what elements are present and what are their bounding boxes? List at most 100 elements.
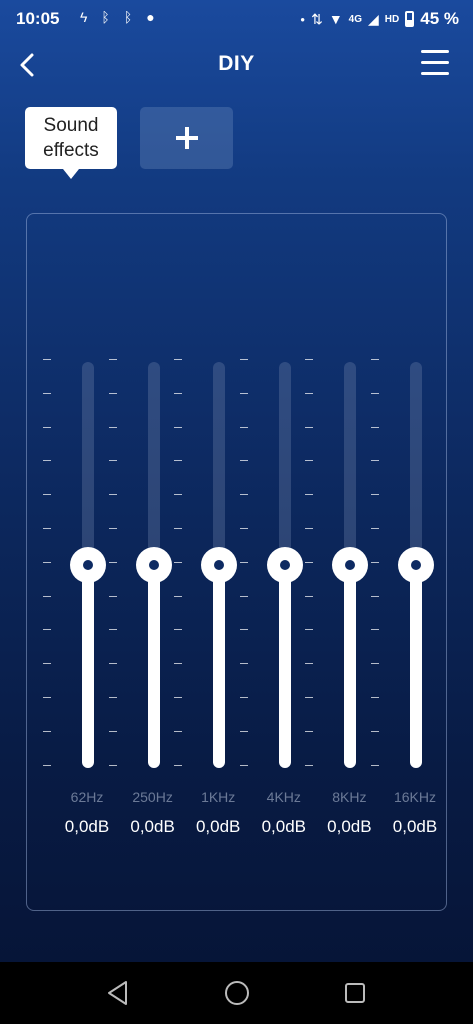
eq-tick <box>108 595 117 597</box>
add-preset-button[interactable] <box>140 107 233 169</box>
nav-back-button[interactable] <box>106 980 130 1006</box>
eq-tick <box>305 528 314 529</box>
eq-tick <box>371 528 379 529</box>
eq-tick <box>43 730 51 732</box>
eq-tick <box>108 494 117 496</box>
eq-band: 62Hz 0,0dB <box>27 214 109 912</box>
hamburger-menu-icon <box>421 50 449 53</box>
eq-slider-knob[interactable] <box>398 547 434 583</box>
eq-tick <box>371 629 379 631</box>
eq-band-gain: 0,0dB <box>392 817 438 836</box>
eq-tick <box>43 697 51 698</box>
eq-tick <box>305 764 314 766</box>
nav-recent-button[interactable] <box>345 983 365 1003</box>
notification-dot-icon: ● <box>146 9 155 25</box>
eq-tick <box>108 359 117 360</box>
eq-tick <box>371 426 379 428</box>
eq-tick <box>239 629 248 631</box>
app-header: DIY <box>0 40 473 90</box>
eq-tick <box>371 392 379 394</box>
eq-tick <box>239 528 248 529</box>
page-title: DIY <box>218 52 255 75</box>
eq-tick <box>43 561 51 563</box>
eq-tick <box>108 663 117 665</box>
eq-tick <box>108 528 117 529</box>
eq-tick <box>305 697 314 698</box>
eq-tick <box>43 359 51 360</box>
notification-icons: ϟ ᛒ ᛒ ● <box>80 9 155 25</box>
system-nav-bar <box>0 962 473 1024</box>
status-indicators: ● ⇅ ▼ 4G ◢ HD 45 % <box>300 9 459 29</box>
preset-sound-effects[interactable]: Sound effects <box>25 107 117 179</box>
eq-tick <box>43 494 51 496</box>
eq-tick <box>174 663 183 665</box>
battery-icon <box>405 11 415 27</box>
eq-tick <box>371 663 379 665</box>
eq-tick <box>371 697 379 698</box>
eq-tick <box>108 426 117 428</box>
eq-tick <box>108 764 117 766</box>
eq-tick <box>174 595 183 597</box>
notification-app-icon: ϟ <box>80 9 88 25</box>
eq-tick <box>108 561 117 563</box>
eq-tick <box>108 460 117 462</box>
eq-tick <box>305 359 314 360</box>
battery-percent: 45 % <box>420 9 459 28</box>
eq-tick <box>305 730 314 732</box>
eq-tick <box>305 392 314 394</box>
eq-tick <box>239 494 248 496</box>
eq-scale-ticks <box>43 359 51 769</box>
hamburger-line <box>421 72 449 75</box>
eq-band-frequency: 16KHz <box>393 789 437 805</box>
eq-tick <box>43 595 51 597</box>
notification-app-icon: ᛒ <box>101 9 110 25</box>
eq-tick <box>43 460 51 462</box>
eq-tick <box>43 528 51 529</box>
eq-tick <box>305 561 314 563</box>
plus-icon-vertical <box>185 127 189 149</box>
eq-tick <box>305 595 314 597</box>
eq-tick <box>174 392 183 394</box>
eq-tick <box>239 426 248 428</box>
eq-tick <box>108 730 117 732</box>
eq-scale-ticks <box>174 359 183 769</box>
eq-tick <box>43 629 51 631</box>
eq-tick <box>239 697 248 698</box>
eq-tick <box>174 460 183 462</box>
eq-band: 1KHz 0,0dB <box>158 214 240 912</box>
eq-tick <box>305 426 314 428</box>
eq-tick <box>174 697 183 698</box>
triangle-back-icon <box>108 981 127 1005</box>
data-arrows-icon: ⇅ <box>311 10 323 27</box>
eq-tick <box>174 426 183 428</box>
eq-tick <box>239 460 248 462</box>
eq-scale-ticks <box>239 359 248 769</box>
eq-band: 8KHz 0,0dB <box>289 214 372 912</box>
eq-tick <box>305 494 314 496</box>
eq-band: 250Hz 0,0dB <box>93 214 175 912</box>
eq-tick <box>239 764 248 766</box>
status-bar: 10:05 ϟ ᛒ ᛒ ● ● ⇅ ▼ 4G ◢ HD 45 % <box>0 0 473 38</box>
hamburger-line <box>421 61 449 64</box>
eq-tick <box>371 595 379 597</box>
eq-tick <box>371 764 379 766</box>
eq-tick <box>108 392 117 394</box>
equalizer-panel: 62Hz 0,0dB 250Hz 0,0dB 1KHz 0,0dB 4KHz 0,0dB 8KH… <box>26 213 447 911</box>
eq-tick <box>43 764 51 766</box>
eq-scale-ticks <box>371 359 379 769</box>
eq-tick <box>108 697 117 698</box>
eq-tick <box>239 392 248 394</box>
notification-app-icon: ᛒ <box>123 9 133 25</box>
eq-tick <box>305 460 314 462</box>
eq-tick <box>305 663 314 665</box>
eq-tick <box>174 494 183 496</box>
eq-tick <box>174 764 183 766</box>
hd-badge: HD <box>384 13 400 25</box>
menu-button[interactable] <box>421 50 449 78</box>
eq-tick <box>239 663 248 665</box>
network-type: 4G <box>348 13 363 25</box>
eq-tick <box>239 561 248 563</box>
nav-home-button[interactable] <box>225 981 249 1005</box>
eq-tick <box>239 595 248 597</box>
eq-tick <box>174 528 183 529</box>
